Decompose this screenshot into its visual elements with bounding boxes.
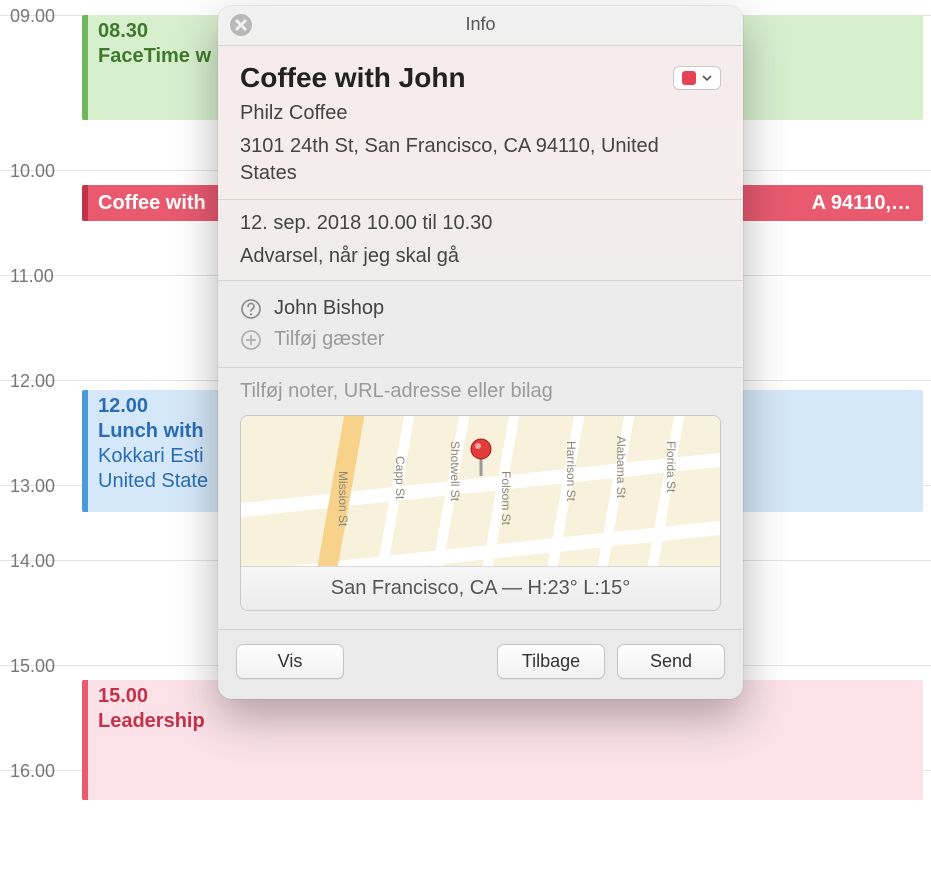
map-canvas: Mission St Capp St Shotwell St Folsom St…	[241, 416, 720, 566]
event-info-popover: Info Coffee with John Philz Coffee 3101 …	[218, 6, 743, 699]
hour-label: 14.00	[10, 551, 55, 572]
street-label: Shotwell St	[448, 441, 462, 501]
notes-field[interactable]: Tilføj noter, URL-adresse eller bilag	[240, 380, 721, 403]
plus-circle-icon	[240, 329, 262, 351]
event-location-name[interactable]: Philz Coffee	[240, 100, 721, 127]
calendar-color-picker[interactable]	[673, 66, 721, 90]
color-swatch-icon	[682, 71, 696, 85]
section-notes: Tilføj noter, URL-adresse eller bilag Mi…	[218, 367, 743, 629]
section-title: Coffee with John Philz Coffee 3101 24th …	[218, 45, 743, 199]
close-button[interactable]	[230, 14, 252, 36]
show-button[interactable]: Vis	[236, 644, 344, 679]
map-pin-icon	[468, 438, 494, 478]
send-button[interactable]: Send	[617, 644, 725, 679]
event-title-field[interactable]: Coffee with John	[240, 62, 721, 94]
back-button[interactable]: Tilbage	[497, 644, 605, 679]
event-datetime[interactable]: 12. sep. 2018 10.00 til 10.30	[240, 212, 721, 235]
close-icon	[235, 19, 247, 31]
map-weather-caption: San Francisco, CA — H:23° L:15°	[241, 566, 720, 610]
event-time: 12.00	[98, 395, 148, 417]
hour-label: 13.00	[10, 476, 55, 497]
event-title: FaceTime w	[98, 45, 211, 67]
event-time: 08.30	[98, 20, 148, 42]
section-buttons: Vis Tilbage Send	[218, 629, 743, 699]
hour-label: 16.00	[10, 761, 55, 782]
street-label: Alabama St	[614, 436, 628, 498]
add-guests-label: Tilføj gæster	[274, 328, 384, 351]
section-guests: John Bishop Tilføj gæster	[218, 280, 743, 367]
guest-name: John Bishop	[274, 297, 384, 320]
event-title: Lunch with	[98, 420, 204, 442]
question-circle-icon	[240, 298, 262, 320]
event-location-address[interactable]: 3101 24th St, San Francisco, CA 94110, U…	[240, 133, 721, 187]
event-title: Coffee with	[98, 191, 206, 216]
event-title: Leadership	[98, 710, 205, 732]
street-label: Mission St	[336, 471, 350, 526]
street-label: Florida St	[664, 441, 678, 492]
street-label: Folsom St	[499, 471, 513, 525]
popover-title: Info	[465, 14, 495, 34]
hour-label: 15.00	[10, 656, 55, 677]
hour-label: 11.00	[10, 266, 54, 287]
street-label: Harrison St	[564, 441, 578, 501]
event-subtitle: United State	[98, 470, 208, 492]
event-subtitle: Kokkari Esti	[98, 445, 204, 467]
add-guests-row[interactable]: Tilføj gæster	[240, 324, 721, 355]
popover-header: Info	[218, 6, 743, 45]
event-address-tail: A 94110,…	[812, 191, 911, 216]
section-datetime: 12. sep. 2018 10.00 til 10.30 Advarsel, …	[218, 199, 743, 280]
chevron-down-icon	[702, 73, 712, 83]
street-label: Capp St	[393, 456, 407, 499]
event-alert[interactable]: Advarsel, når jeg skal gå	[240, 245, 721, 268]
guest-row[interactable]: John Bishop	[240, 293, 721, 324]
location-map[interactable]: Mission St Capp St Shotwell St Folsom St…	[240, 415, 721, 611]
hour-label: 12.00	[10, 371, 55, 392]
hour-label: 10.00	[10, 161, 55, 182]
event-time: 15.00	[98, 685, 148, 707]
hour-label: 09.00	[10, 6, 55, 27]
